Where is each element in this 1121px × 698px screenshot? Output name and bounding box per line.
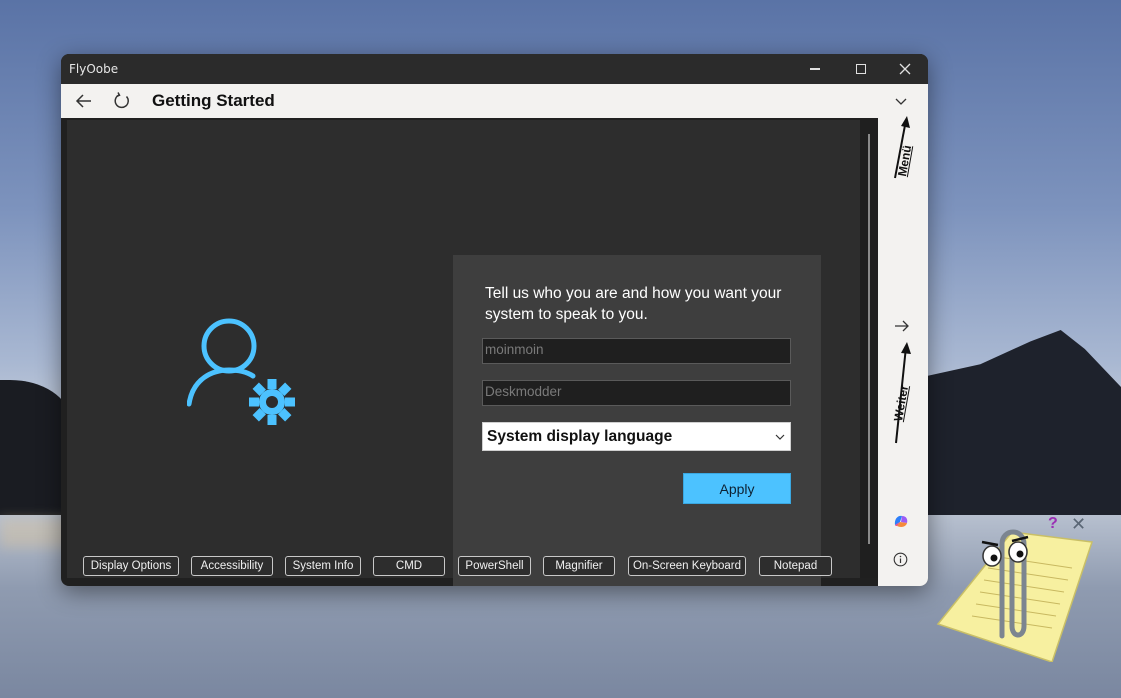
- info-icon[interactable]: [893, 552, 908, 567]
- clippy-close-icon[interactable]: ✕: [1071, 514, 1086, 535]
- minimize-icon: [810, 68, 820, 70]
- copilot-icon[interactable]: [892, 513, 910, 529]
- apply-button[interactable]: Apply: [683, 473, 791, 504]
- wallpaper-hill-left: [0, 380, 70, 520]
- refresh-icon[interactable]: [111, 90, 133, 112]
- clippy-help-icon[interactable]: ?: [1048, 515, 1058, 533]
- clippy-assistant[interactable]: [932, 516, 1100, 662]
- close-icon: [899, 63, 911, 75]
- back-arrow-icon[interactable]: [73, 90, 95, 112]
- chevron-down-icon[interactable]: [891, 92, 911, 110]
- scrollbar-thumb[interactable]: [868, 134, 870, 544]
- main-content: Tell us who you are and how you want you…: [67, 120, 860, 586]
- cmd-button[interactable]: CMD: [373, 556, 445, 576]
- chevron-down-icon: [775, 434, 785, 440]
- on-screen-keyboard-button[interactable]: On-Screen Keyboard: [628, 556, 746, 576]
- powershell-button[interactable]: PowerShell: [458, 556, 531, 576]
- wallpaper-hill-right: [920, 330, 1121, 520]
- close-button[interactable]: [882, 54, 928, 84]
- language-select-value: System display language: [487, 428, 673, 445]
- notepad-button[interactable]: Notepad: [759, 556, 832, 576]
- maximize-button[interactable]: [838, 54, 884, 84]
- organization-field[interactable]: Deskmodder: [482, 380, 791, 406]
- title-bar[interactable]: FlyOobe: [61, 54, 928, 84]
- setup-card: Tell us who you are and how you want you…: [453, 255, 821, 586]
- page-title: Getting Started: [152, 91, 275, 110]
- window-title: FlyOobe: [69, 62, 119, 76]
- language-select[interactable]: System display language: [482, 422, 791, 451]
- arrow-right-icon[interactable]: [892, 318, 912, 334]
- magnifier-button[interactable]: Magnifier: [543, 556, 615, 576]
- app-window: FlyOobe Getting Started Tell us who you …: [61, 54, 928, 586]
- maximize-icon: [856, 64, 866, 74]
- user-settings-icon: [187, 318, 295, 425]
- tools-bar: Display Options Accessibility System Inf…: [67, 554, 860, 578]
- username-field[interactable]: moinmoin: [482, 338, 791, 364]
- card-heading: Tell us who you are and how you want you…: [485, 285, 782, 323]
- display-options-button[interactable]: Display Options: [83, 556, 179, 576]
- minimize-button[interactable]: [792, 54, 838, 84]
- system-info-button[interactable]: System Info: [285, 556, 361, 576]
- accessibility-button[interactable]: Accessibility: [191, 556, 273, 576]
- navigation-bar: Getting Started: [61, 84, 928, 118]
